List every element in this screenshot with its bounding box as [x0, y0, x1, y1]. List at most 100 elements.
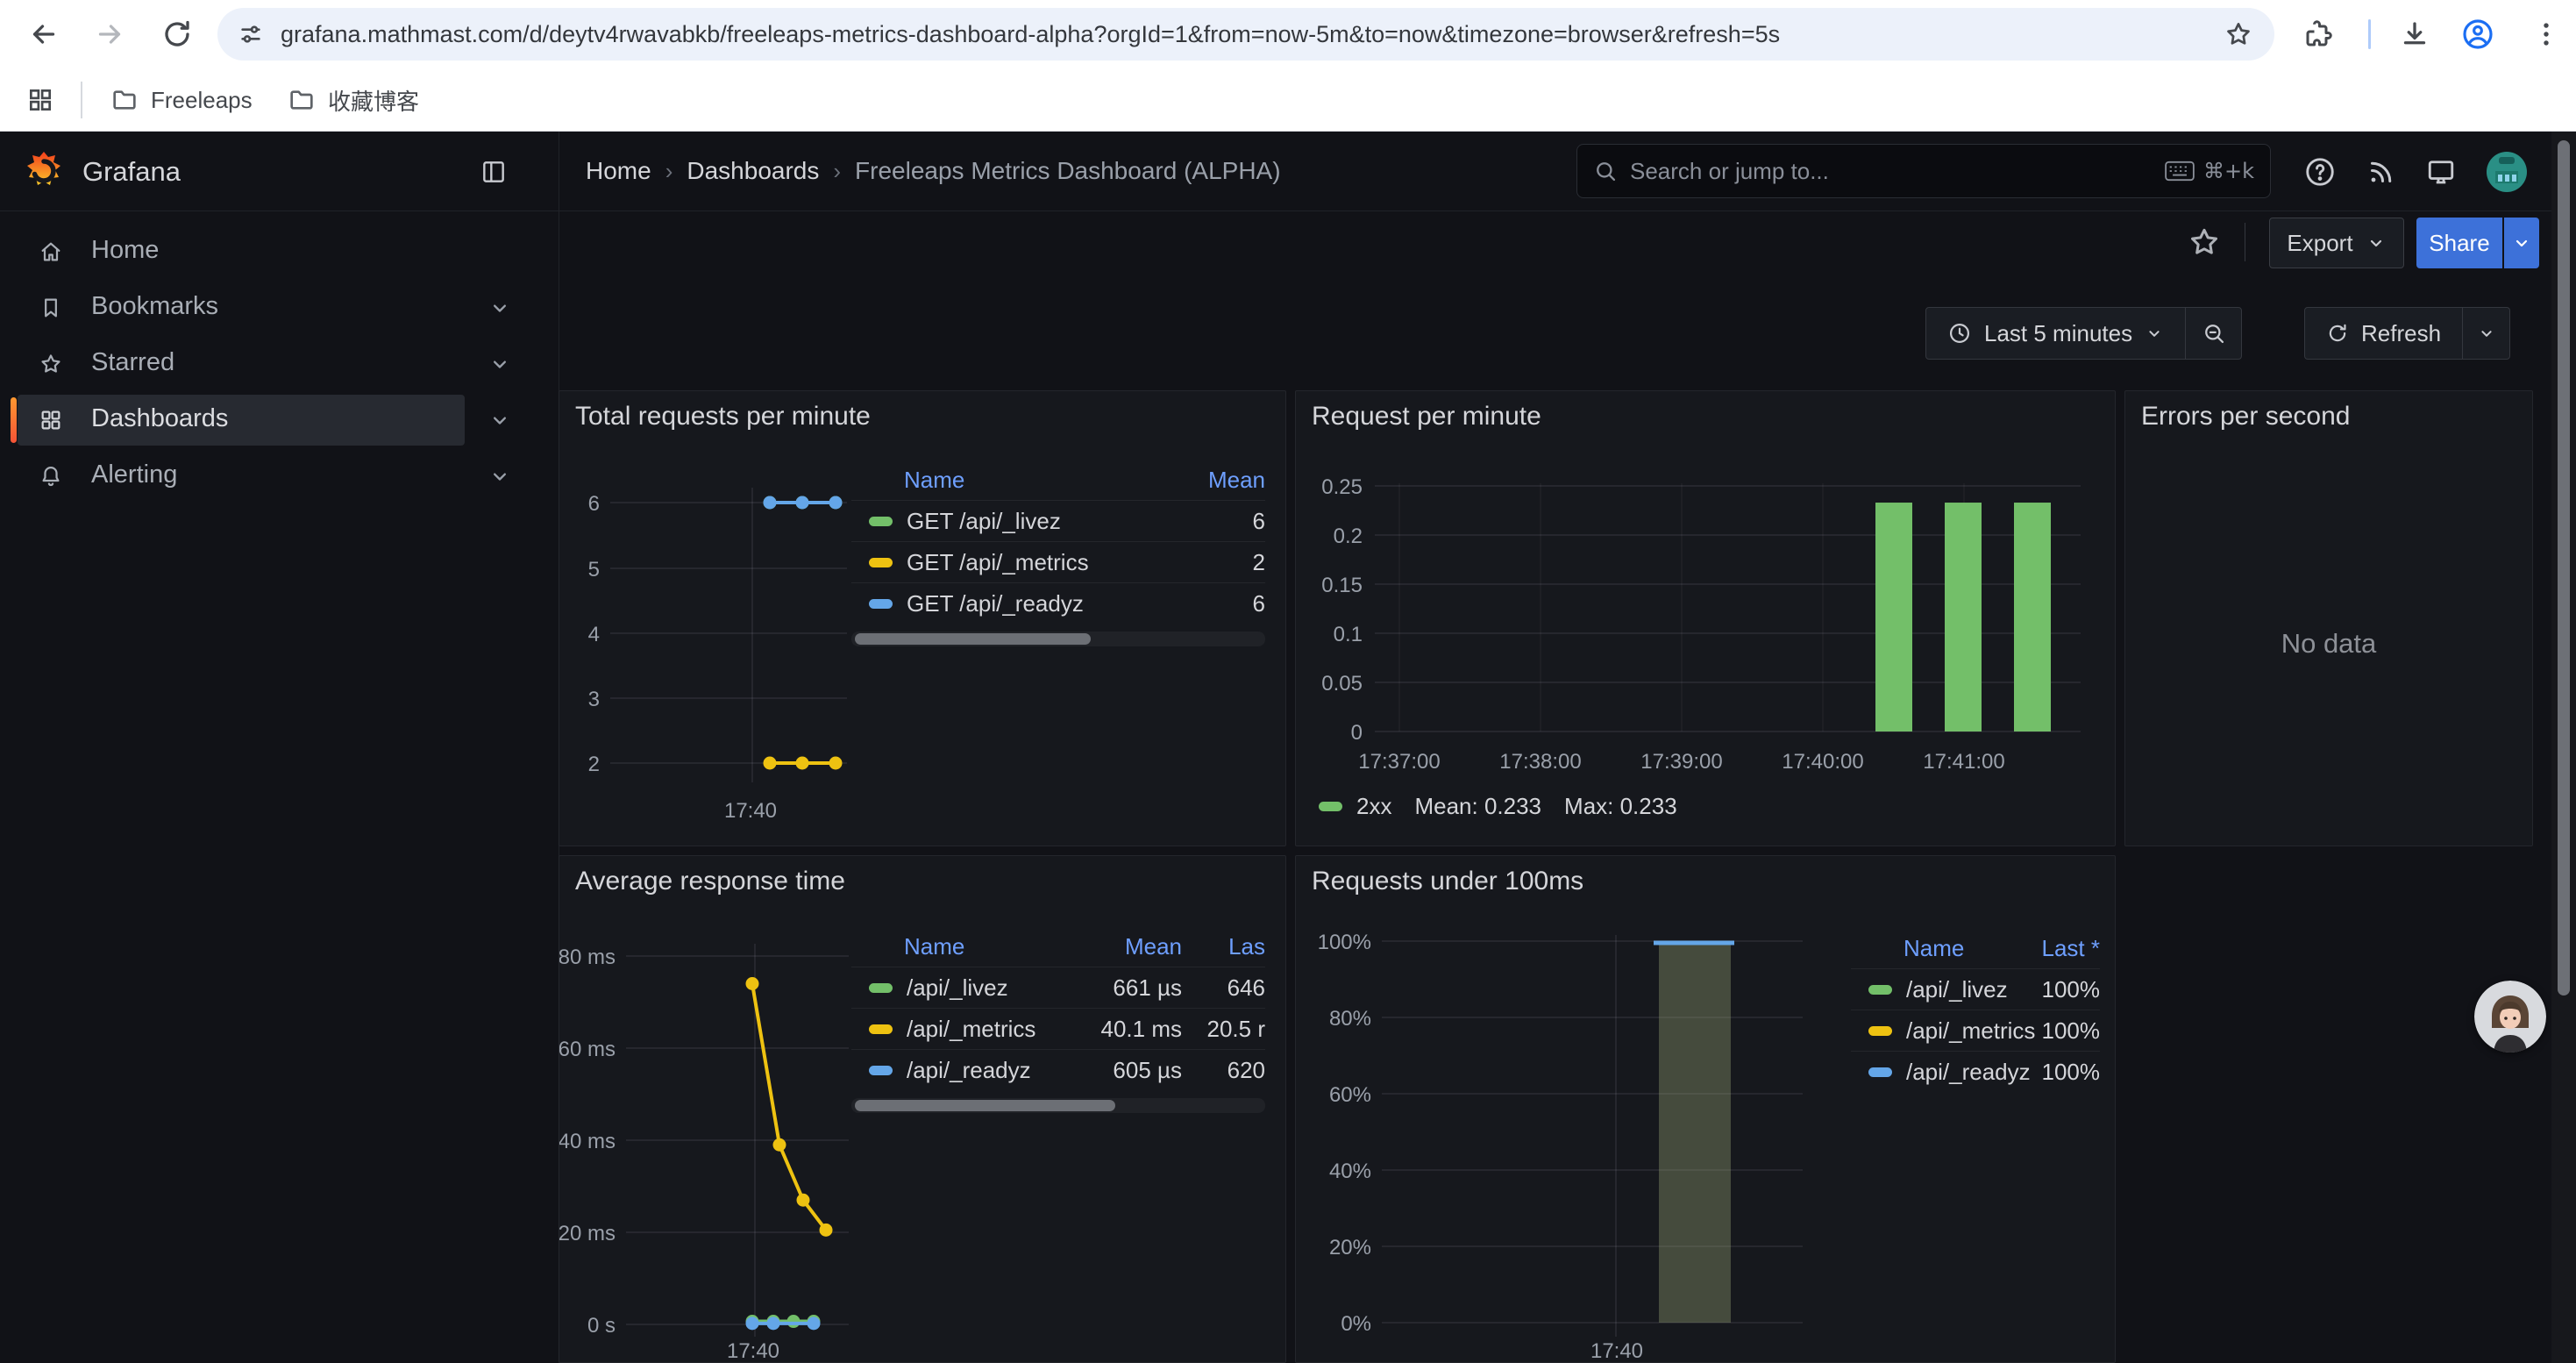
svg-text:6: 6	[588, 492, 600, 516]
legend-row[interactable]: /api/_livez661 µs646	[851, 967, 1265, 1008]
legend-table: NameMeanGET /api/_livez6GET /api/_metric…	[851, 460, 1265, 646]
bell-icon	[39, 464, 63, 489]
legend-row[interactable]: /api/_metrics100%	[1851, 1010, 2100, 1051]
download-icon[interactable]	[2395, 15, 2434, 54]
legend-row[interactable]: GET /api/_metrics2	[851, 541, 1265, 582]
legend-header: NameMeanLas	[851, 926, 1265, 967]
url-text: grafana.mathmast.com/d/deytv4rwavabkb/fr…	[281, 21, 1780, 48]
chevron-down-icon[interactable]	[487, 296, 512, 320]
back-icon[interactable]	[25, 15, 63, 54]
legend-row[interactable]: /api/_readyz100%	[1851, 1051, 2100, 1092]
sidebar-item-label: Alerting	[91, 460, 177, 489]
help-icon[interactable]	[2301, 153, 2339, 191]
legend-scrollbar[interactable]	[851, 632, 1265, 646]
legend-header-col[interactable]: Las	[1182, 933, 1265, 960]
profile-icon[interactable]	[2459, 15, 2497, 54]
breadcrumb-home[interactable]: Home	[586, 157, 651, 185]
legend-header-col[interactable]: Mean	[1160, 467, 1265, 494]
sidebar-item-bookmarks[interactable]: Bookmarks	[0, 280, 559, 336]
series-name[interactable]: GET /api/_livez	[907, 508, 1061, 535]
sidebar-item-highlight	[18, 395, 465, 446]
legend-header-name[interactable]: Name	[851, 933, 1050, 960]
series-max: Max: 0.233	[1564, 793, 1677, 820]
legend-row[interactable]: GET /api/_readyz6	[851, 582, 1265, 624]
sidebar-item-starred[interactable]: Starred	[0, 336, 559, 392]
chevron-down-icon[interactable]	[487, 408, 512, 432]
grafana-logo[interactable]	[23, 150, 65, 192]
clock-icon	[1947, 321, 1972, 346]
forward-icon[interactable]	[90, 15, 129, 54]
refresh-label: Refresh	[2361, 320, 2441, 347]
legend-value: 100%	[2003, 1059, 2100, 1086]
url-bar[interactable]: grafana.mathmast.com/d/deytv4rwavabkb/fr…	[217, 8, 2274, 61]
browser-menu-icon[interactable]	[2527, 15, 2565, 54]
legend-header-col[interactable]: Last *	[2003, 935, 2100, 962]
series-name[interactable]: /api/_livez	[907, 974, 1008, 1002]
search-input[interactable]	[1630, 158, 2165, 185]
svg-text:40%: 40%	[1329, 1160, 1371, 1183]
breadcrumb: Home › Dashboards › Freeleaps Metrics Da…	[586, 132, 1281, 211]
bookmark-star-icon[interactable]	[2224, 19, 2253, 49]
legend-scrollbar-thumb[interactable]	[855, 1100, 1115, 1111]
series-name[interactable]: GET /api/_readyz	[907, 590, 1084, 617]
legend-scrollbar-thumb[interactable]	[855, 633, 1091, 645]
sidebar-item-home[interactable]: Home	[0, 224, 559, 280]
bookmark-folder-blogs[interactable]: 收藏博客	[272, 77, 435, 123]
legend-row[interactable]: /api/_metrics40.1 ms20.5 r	[851, 1008, 1265, 1049]
legend-header-col[interactable]: Mean	[1050, 933, 1182, 960]
sidebar-item-dashboards[interactable]: Dashboards	[0, 392, 559, 448]
breadcrumb-current: Freeleaps Metrics Dashboard (ALPHA)	[855, 157, 1281, 185]
legend-value: 40.1 ms	[1050, 1016, 1182, 1043]
svg-text:20 ms: 20 ms	[559, 1222, 616, 1245]
series-color-pill	[1868, 985, 1892, 995]
site-settings-icon[interactable]	[237, 20, 265, 48]
legend-header-name[interactable]: Name	[851, 467, 1160, 494]
legend-header-name[interactable]: Name	[1851, 935, 2003, 962]
dock-menu-icon[interactable]	[477, 155, 510, 189]
export-button[interactable]: Export	[2269, 218, 2404, 268]
apps-shortcut-icon[interactable]	[21, 81, 60, 119]
favorite-star-icon[interactable]	[2181, 219, 2227, 265]
legend-value: 661 µs	[1050, 974, 1182, 1002]
series-name[interactable]: /api/_metrics	[907, 1016, 1035, 1043]
breadcrumb-separator: ›	[665, 158, 673, 185]
news-rss-icon[interactable]	[2362, 153, 2401, 191]
legend-row[interactable]: GET /api/_livez6	[851, 500, 1265, 541]
sidebar-item-highlight	[18, 451, 465, 502]
bookmark-folder-freeleaps[interactable]: Freeleaps	[95, 77, 268, 123]
legend-row[interactable]: /api/_readyz605 µs620	[851, 1049, 1265, 1090]
svg-text:0.25: 0.25	[1321, 475, 1363, 499]
panel-title[interactable]: Errors per second	[2141, 402, 2350, 432]
series-name[interactable]: GET /api/_metrics	[907, 549, 1089, 576]
search-box[interactable]: ⌘+k	[1576, 144, 2271, 198]
refresh-button[interactable]: Refresh	[2305, 308, 2462, 359]
folder-icon	[110, 86, 139, 114]
reload-icon[interactable]	[158, 15, 196, 54]
monitor-icon[interactable]	[2422, 153, 2460, 191]
refresh-interval-button[interactable]	[2462, 308, 2509, 359]
floating-assistant-avatar[interactable]	[2474, 981, 2546, 1053]
legend-row[interactable]: /api/_livez100%	[1851, 968, 2100, 1010]
legend-row-2xx[interactable]: 2xx Mean: 0.233 Max: 0.233	[1319, 793, 1677, 820]
extensions-icon[interactable]	[2299, 15, 2338, 54]
panel-request-per-minute: Request per minute 0.250.20.150.10.05017…	[1295, 390, 2116, 846]
legend-scrollbar[interactable]	[851, 1098, 1265, 1113]
scrollbar-thumb[interactable]	[2558, 140, 2570, 995]
share-dropdown-button[interactable]	[2504, 218, 2539, 268]
series-name[interactable]: /api/_readyz	[907, 1057, 1031, 1084]
chevron-down-icon	[2145, 324, 2164, 343]
zoom-out-button[interactable]	[2185, 308, 2241, 359]
series-name[interactable]: /api/_livez	[1906, 976, 2008, 1003]
breadcrumb-separator: ›	[833, 158, 841, 185]
chevron-down-icon[interactable]	[487, 352, 512, 376]
browser-toolbar: grafana.mathmast.com/d/deytv4rwavabkb/fr…	[0, 0, 2576, 68]
share-button[interactable]: Share	[2416, 218, 2502, 268]
legend-value: 605 µs	[1050, 1057, 1182, 1084]
breadcrumb-dashboards[interactable]: Dashboards	[687, 157, 819, 185]
bar-chart[interactable]: 0.250.20.150.10.05017:37:0017:38:0017:39…	[1296, 391, 2117, 847]
user-avatar[interactable]	[2487, 152, 2527, 192]
chevron-down-icon[interactable]	[487, 464, 512, 489]
time-range-picker[interactable]: Last 5 minutes	[1926, 308, 2185, 359]
page-scrollbar[interactable]	[2551, 132, 2576, 1363]
sidebar-item-alerting[interactable]: Alerting	[0, 448, 559, 504]
